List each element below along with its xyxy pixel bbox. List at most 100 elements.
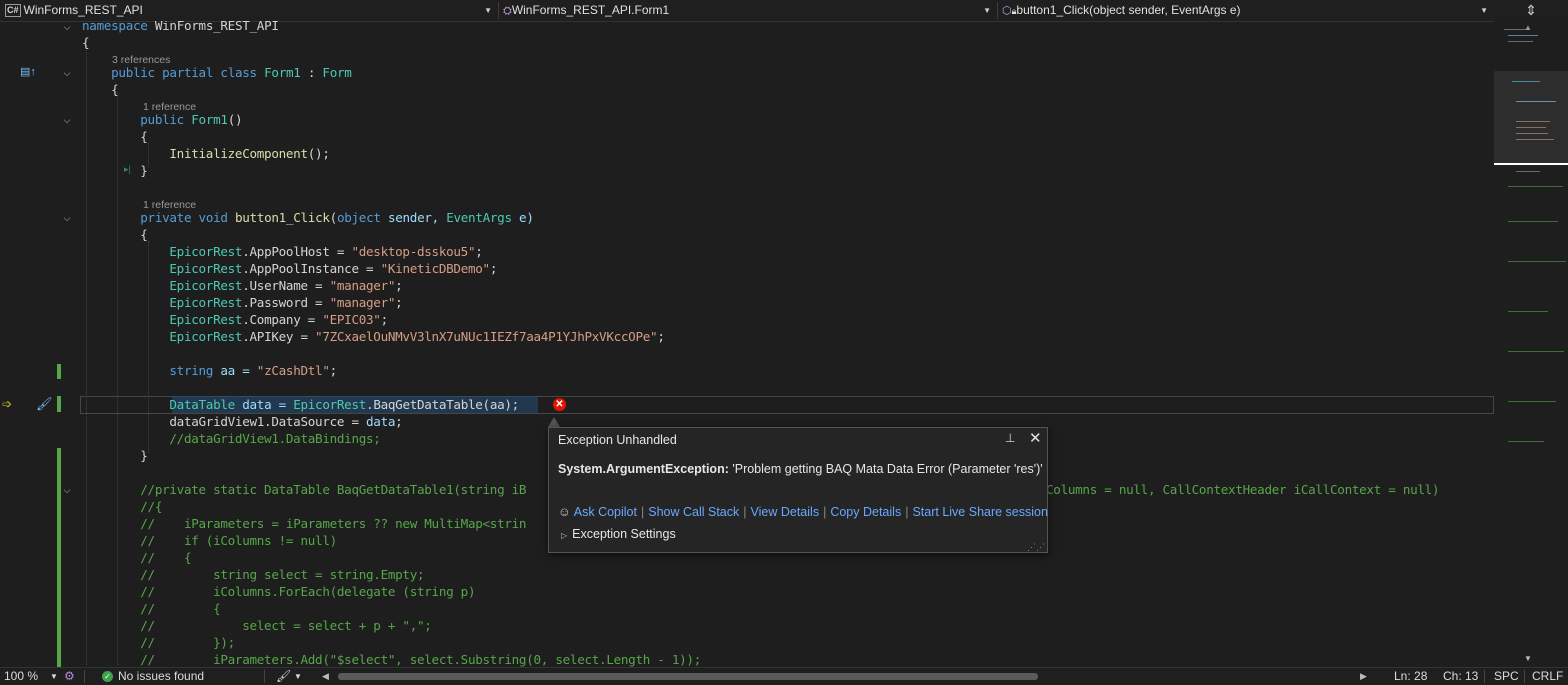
ai-assist-icon[interactable]: ⚙ xyxy=(64,668,75,685)
issues-indicator[interactable]: ✓ No issues found xyxy=(102,668,204,685)
member-dropdown[interactable]: ⬡🔒︎button1_Click(object sender, EventArg… xyxy=(1002,1,1492,20)
implementation-icon[interactable]: ▤↑ xyxy=(20,65,36,78)
exception-settings-toggle[interactable]: ▷ Exception Settings xyxy=(561,527,676,541)
exception-title: Exception Unhandled xyxy=(558,433,677,447)
code-line: { xyxy=(82,35,90,50)
collapse-chevron-icon[interactable]: ⌵ xyxy=(62,68,72,78)
horizontal-scrollbar-thumb[interactable] xyxy=(338,673,1038,680)
code-line: EpicorRest.APIKey = "7ZCxaelOuNMvV3lnX7u… xyxy=(169,329,665,344)
chevron-down-icon[interactable]: ▼ xyxy=(294,668,302,685)
csharp-project-icon: C# xyxy=(5,4,21,18)
member-name: button1_Click(object sender, EventArgs e… xyxy=(1016,3,1241,17)
code-line: // if (iColumns != null) xyxy=(140,533,337,548)
code-line: // string select = string.Empty; xyxy=(140,567,425,582)
scroll-left-arrow-icon[interactable]: ◀ xyxy=(322,668,329,685)
class-name: WinForms_REST_API.Form1 xyxy=(511,3,670,17)
minimap-line xyxy=(1508,441,1544,442)
code-line: private void button1_Click(object sender… xyxy=(140,210,534,225)
divider: | xyxy=(641,505,645,519)
minimap-line xyxy=(1508,221,1558,222)
minimap-line xyxy=(1508,41,1533,42)
minimap-line xyxy=(1516,171,1540,172)
view-details-link[interactable]: View Details xyxy=(751,505,820,519)
project-dropdown[interactable]: C# WinForms_REST_API ▼ xyxy=(2,1,496,20)
code-line: Columns = null, CallContextHeader iCallC… xyxy=(1046,482,1440,497)
code-line: { xyxy=(111,82,119,97)
minimap-line xyxy=(1512,81,1540,82)
minimap-line xyxy=(1508,186,1563,187)
popup-pointer xyxy=(548,417,560,427)
code-line: // iColumns.ForEach(delegate (string p) xyxy=(140,584,476,599)
code-cleanup-icon[interactable]: 🖌︎ xyxy=(276,668,291,685)
code-line: { xyxy=(140,129,148,144)
minimap-line xyxy=(1508,401,1556,402)
zoom-level[interactable]: 100 % xyxy=(4,668,38,685)
code-line: EpicorRest.Company = "EPIC03"; xyxy=(169,312,388,327)
collapse-chevron-icon[interactable]: ⌵ xyxy=(62,115,72,125)
issues-text: No issues found xyxy=(118,669,205,683)
ask-copilot-link[interactable]: Ask Copilot xyxy=(574,505,637,519)
next-statement-arrow-icon[interactable]: ➩ xyxy=(2,397,12,411)
code-line: public Form1() xyxy=(140,112,243,127)
code-line: } xyxy=(140,448,148,463)
scroll-right-arrow-icon[interactable]: ▶ xyxy=(1360,668,1367,685)
minimap-line xyxy=(1516,133,1548,134)
split-window-icon[interactable]: ⇕ xyxy=(1522,2,1540,19)
collapse-chevron-icon[interactable]: ⌵ xyxy=(62,213,72,223)
minimap-line xyxy=(1516,139,1554,140)
scroll-down-arrow-icon[interactable]: ▼ xyxy=(1524,654,1532,663)
copilot-icon: ☺ xyxy=(558,505,571,519)
divider: | xyxy=(905,505,909,519)
chevron-down-icon[interactable]: ▼ xyxy=(50,668,58,685)
collapse-chevron-icon[interactable]: ⌵ xyxy=(62,22,72,32)
live-share-link[interactable]: Start Live Share session xyxy=(912,505,1048,519)
copy-details-link[interactable]: Copy Details xyxy=(830,505,901,519)
check-circle-icon: ✓ xyxy=(102,671,113,683)
show-call-stack-link[interactable]: Show Call Stack xyxy=(648,505,739,519)
code-line: } xyxy=(140,163,148,178)
quick-action-icon[interactable]: 🖌︎ xyxy=(36,396,53,412)
class-icon: ⛭ xyxy=(503,5,512,17)
divider xyxy=(1484,670,1485,683)
resize-grip-icon[interactable]: ⋰⋰ xyxy=(1027,543,1045,552)
pin-icon[interactable]: ⊥ xyxy=(1005,431,1015,445)
code-line: // select = select + p + ","; xyxy=(140,618,432,633)
line-ending[interactable]: CRLF xyxy=(1532,668,1563,685)
close-icon[interactable]: ✕ xyxy=(1029,429,1042,447)
code-line: //dataGridView1.DataBindings; xyxy=(169,431,381,446)
navigation-bar: C# WinForms_REST_API ▼ ⛭WinForms_REST_API… xyxy=(0,0,1568,22)
chevron-down-icon: ▼ xyxy=(484,6,492,15)
chevron-down-icon: ▼ xyxy=(1480,6,1488,15)
change-marker xyxy=(57,396,61,412)
code-line: InitializeComponent(); xyxy=(169,146,330,161)
class-dropdown[interactable]: ⛭WinForms_REST_API.Form1 ▼ xyxy=(503,1,995,20)
collapse-chevron-icon[interactable]: ⌵ xyxy=(62,485,72,495)
code-line: string aa = "zCashDtl"; xyxy=(169,363,337,378)
minimap-line xyxy=(1508,351,1564,352)
minimap-line xyxy=(1516,127,1546,128)
method-icon: ⬡ xyxy=(1002,5,1012,17)
code-line: EpicorRest.AppPoolInstance = "KineticDBD… xyxy=(169,261,498,276)
code-line: { xyxy=(140,227,148,242)
error-icon[interactable]: ✕ xyxy=(553,398,566,411)
minimap-caret-line xyxy=(1494,163,1568,165)
code-line: //{ xyxy=(140,499,163,514)
change-marker xyxy=(57,364,61,379)
minimap-line xyxy=(1508,35,1538,36)
minimap-viewport[interactable] xyxy=(1494,71,1568,163)
exception-settings-label: Exception Settings xyxy=(572,527,676,541)
divider: | xyxy=(823,505,827,519)
code-line: // }); xyxy=(140,635,235,650)
minimap-line xyxy=(1504,29,1526,30)
scroll-up-arrow-icon[interactable]: ▲ xyxy=(1524,23,1532,32)
minimap-line xyxy=(1516,121,1550,122)
divider xyxy=(498,2,499,19)
code-editor[interactable]: ⌵ ⌵ ⌵ ⌵ ⌵ ▤↑ ▸| ➩ 🖌︎ namespace WinForms_… xyxy=(0,21,1494,667)
exception-helper-popup: Exception Unhandled ⊥ ✕ System.ArgumentE… xyxy=(548,427,1048,553)
code-line: EpicorRest.Password = "manager"; xyxy=(169,295,403,310)
divider xyxy=(997,2,998,19)
divider xyxy=(264,670,265,683)
whitespace-mode[interactable]: SPC xyxy=(1494,668,1519,685)
code-line: // { xyxy=(140,550,192,565)
minimap[interactable] xyxy=(1494,21,1568,667)
